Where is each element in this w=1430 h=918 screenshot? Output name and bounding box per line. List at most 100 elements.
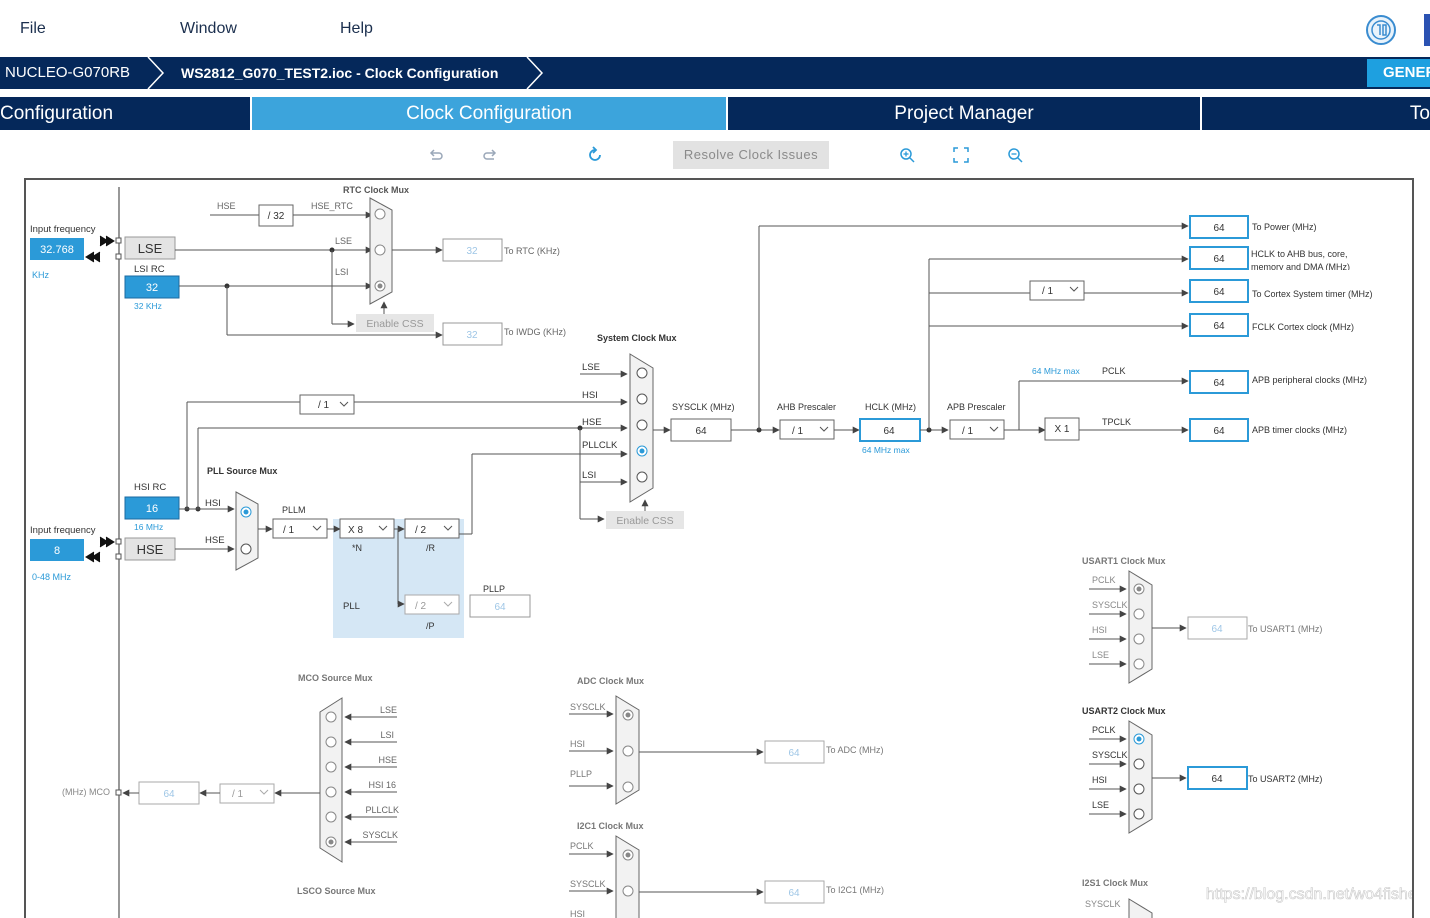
pll-source-mux-title: PLL Source Mux: [207, 466, 277, 476]
pllp-label: PLLP: [483, 584, 505, 594]
brand-edge: [1424, 14, 1430, 46]
rtc-output-label: To RTC (KHz): [504, 246, 560, 256]
output-label: To Cortex System timer (MHz): [1252, 289, 1373, 299]
zoom-in-icon[interactable]: [898, 146, 916, 164]
output-apb-peripheral: 64 APB peripheral clocks (MHz): [1189, 370, 1367, 394]
usart1-input-label: PCLK: [1092, 575, 1116, 585]
mco-input-label: LSE: [380, 705, 397, 715]
output-label: To Power (MHz): [1252, 222, 1317, 232]
zoom-out-icon[interactable]: [1006, 146, 1024, 164]
adc-output-value: 64: [788, 748, 800, 759]
i2c1-clock-mux[interactable]: [615, 835, 640, 918]
watermark: https://blog.csdn.net/wo4fisher: [1206, 886, 1414, 903]
apb-prescaler-label: APB Prescaler: [947, 402, 1006, 412]
mco-input-label: PLLCLK: [365, 805, 399, 815]
breadcrumb: NUCLEO-G070RB WS2812_G070_TEST2.ioc - Cl…: [0, 57, 1430, 89]
rtc-hse-rtc-label: HSE_RTC: [311, 201, 353, 211]
menu-help[interactable]: Help: [340, 20, 373, 38]
hsi-unit: 16 MHz: [134, 522, 163, 532]
lsi-unit: 32 KHz: [134, 301, 162, 311]
pllp-select[interactable]: [404, 594, 460, 615]
menu-window[interactable]: Window: [180, 20, 237, 38]
output-power: 64 To Power (MHz): [1189, 215, 1317, 239]
clock-tree-canvas: Input frequency 32.768 KHz LSE LSI RC 32…: [24, 178, 1414, 918]
mco-output-label: (MHz) MCO: [62, 787, 110, 797]
lse-frequency-value: 32.768: [40, 244, 74, 256]
output-value: 64: [1213, 223, 1225, 234]
sysmux-hsi-label: HSI: [582, 390, 598, 401]
lsi-rc-value: 32: [146, 282, 158, 294]
rtc-output-value: 32: [466, 246, 478, 257]
redo-icon[interactable]: [482, 147, 498, 163]
breadcrumb-chevron-icon: [526, 57, 544, 89]
i2s1-mux-title: I2S1 Clock Mux: [1082, 878, 1148, 888]
i2s1-clock-mux[interactable]: [1128, 898, 1153, 918]
tab-clock-label: Clock Configuration: [406, 103, 572, 124]
hsi-rc-title: HSI RC: [134, 482, 166, 493]
mco-output-value: 64: [163, 789, 175, 800]
tab-tools[interactable]: To: [1202, 97, 1430, 130]
hse-input-frequency-label: Input frequency: [30, 525, 96, 536]
hsi-rc-value: 16: [146, 503, 158, 515]
pll-src-hse-label: HSE: [205, 535, 225, 546]
mco-divider-select[interactable]: [219, 783, 275, 804]
clock-toolbar: Resolve Clock Issues: [0, 136, 1430, 174]
hclk-max: 64 MHz max: [862, 445, 910, 455]
mco-input-label: HSI 16: [368, 780, 396, 790]
tab-project-manager[interactable]: Project Manager: [728, 97, 1200, 130]
menu-file[interactable]: File: [20, 20, 46, 38]
plln-label: *N: [352, 543, 362, 553]
hclk-label: HCLK (MHz): [865, 402, 916, 412]
tab-clock-configuration[interactable]: Clock Configuration: [252, 97, 726, 130]
usart1-mux-title: USART1 Clock Mux: [1082, 556, 1166, 566]
mco-input-label: HSE: [378, 755, 397, 765]
cortex-timer-divider[interactable]: [1029, 280, 1085, 301]
output-label: HCLK to AHB bus, core, memory and DMA (M…: [1251, 249, 1351, 270]
reset-icon[interactable]: [586, 146, 604, 164]
pll-source-mux[interactable]: [235, 491, 259, 571]
output-fclk: 64 FCLK Cortex clock (MHz): [1189, 313, 1354, 337]
hse-unit: 0-48 MHz: [32, 572, 72, 582]
apb-timer-multiplier-value: X 1: [1054, 424, 1069, 435]
undo-icon[interactable]: [428, 147, 444, 163]
usart2-output-label: To USART2 (MHz): [1248, 774, 1322, 784]
iwdg-output-label: To IWDG (KHz): [504, 327, 566, 337]
breadcrumb-project[interactable]: WS2812_G070_TEST2.ioc - Clock Configurat…: [181, 57, 498, 89]
generate-code-button[interactable]: GENER: [1367, 59, 1430, 87]
pllp-output-value: 64: [494, 602, 506, 613]
i2c1-mux-title: I2C1 Clock Mux: [577, 821, 644, 831]
fit-screen-icon[interactable]: [952, 146, 970, 164]
sysclk-value: 64: [695, 426, 707, 437]
mco-input-label: SYSCLK: [362, 830, 398, 840]
sysmux-lsi-label: LSI: [582, 470, 596, 481]
rtc-mux-title: RTC Clock Mux: [343, 185, 409, 195]
usart2-input-label: PCLK: [1092, 725, 1116, 735]
sysclk-enable-css-label: Enable CSS: [616, 515, 673, 527]
tab-pinout[interactable]: Configuration: [0, 97, 250, 130]
rtc-hse-label: HSE: [217, 201, 236, 211]
anniversary-badge-icon[interactable]: [1365, 14, 1397, 46]
usart1-output-value: 64: [1211, 624, 1223, 635]
output-cortex-timer: 64 To Cortex System timer (MHz): [1189, 279, 1373, 303]
hse-name: HSE: [137, 542, 164, 557]
pllm-label: PLLM: [282, 505, 306, 515]
mco-mux-title: MCO Source Mux: [298, 673, 373, 683]
ahb-prescaler-value: / 1: [792, 426, 804, 437]
breadcrumb-board[interactable]: NUCLEO-G070RB: [5, 57, 130, 89]
hse-frequency-value: 8: [54, 545, 60, 557]
pllm-value: / 1: [283, 525, 295, 536]
output-value: 64: [1213, 321, 1225, 332]
i2c1-input-label: SYSCLK: [570, 879, 606, 889]
output-value: 64: [1213, 287, 1225, 298]
sysmux-pllclk-label: PLLCLK: [582, 440, 618, 451]
lse-input-frequency-label: Input frequency: [30, 224, 96, 235]
rtc-lse-label: LSE: [335, 236, 352, 246]
pllp-div-label: /P: [426, 621, 435, 631]
adc-mux-title: ADC Clock Mux: [577, 676, 644, 686]
adc-input-label: PLLP: [570, 769, 592, 779]
cortex-timer-divider-value: / 1: [1042, 286, 1054, 297]
i2c1-input-label: PCLK: [570, 841, 594, 851]
output-value: 64: [1213, 378, 1225, 389]
pllr-select[interactable]: [404, 518, 460, 539]
resolve-clock-issues-button[interactable]: Resolve Clock Issues: [673, 141, 829, 169]
